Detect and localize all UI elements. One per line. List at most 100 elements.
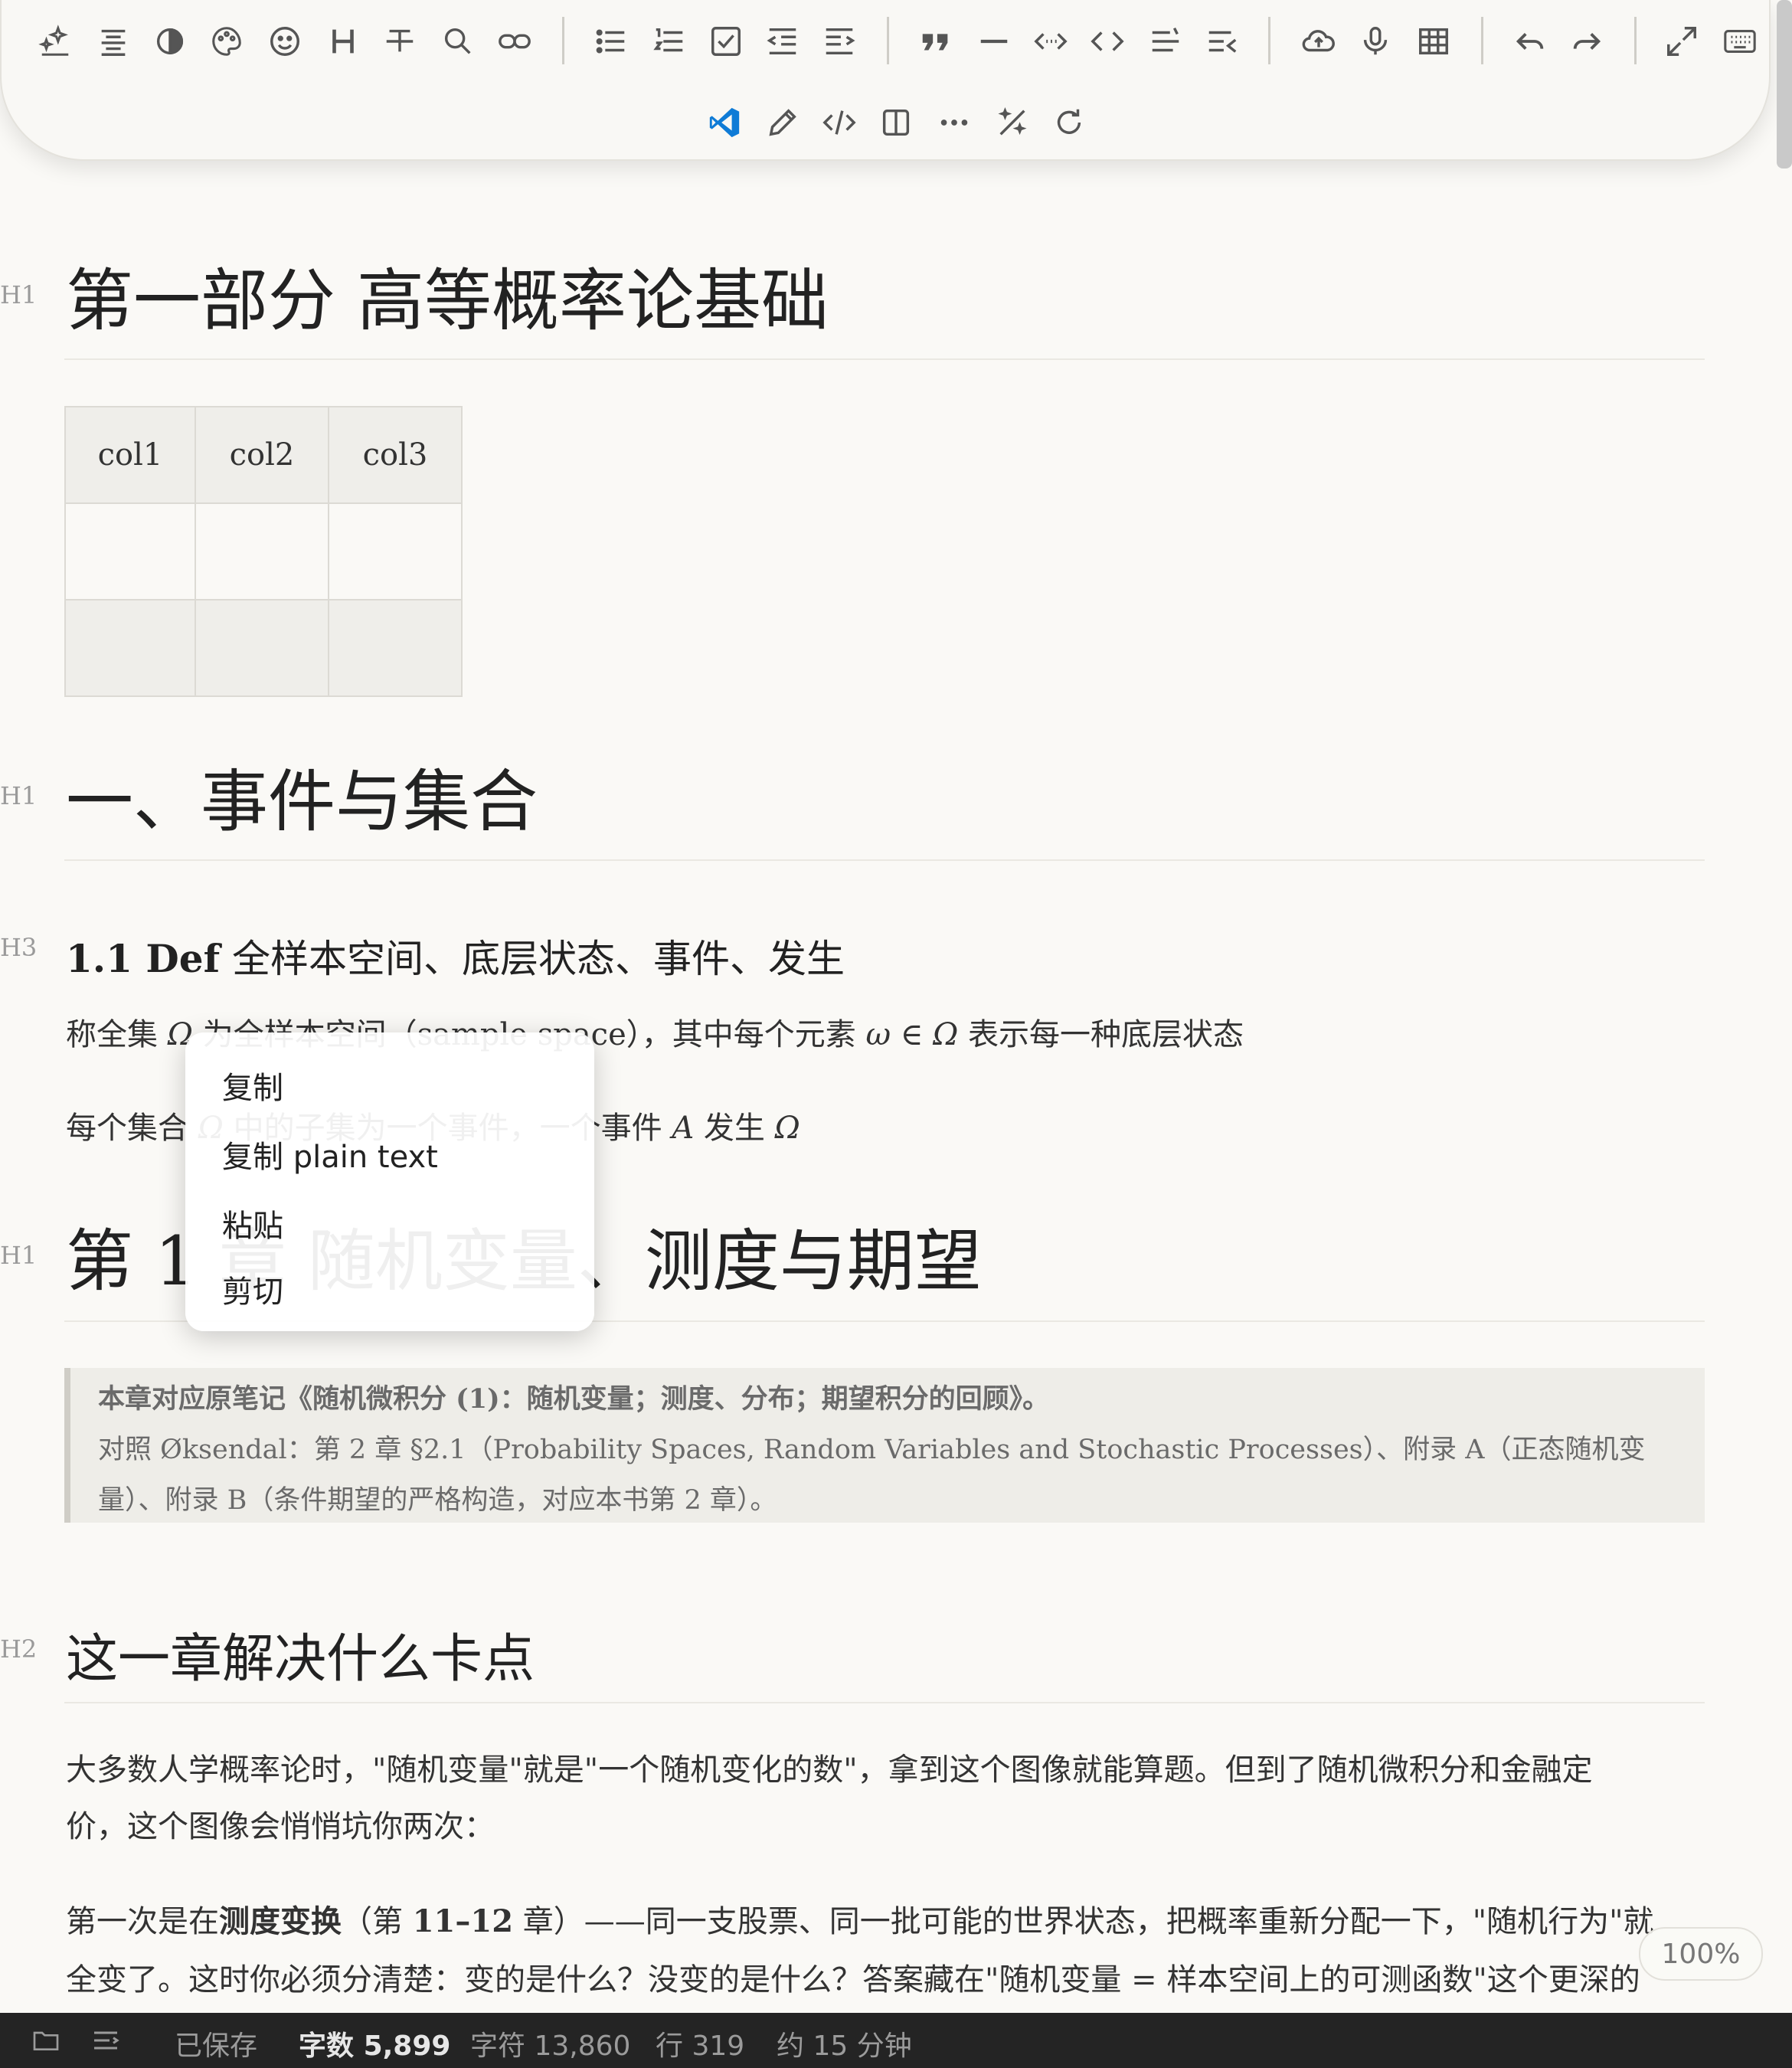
strikethrough-icon[interactable] [377, 18, 423, 64]
outdent-icon[interactable] [760, 18, 806, 64]
paragraph-intro-line[interactable]: 大多数人学概率论时，"随机变量"就是"一个随机变化的数"，拿到这个图像就能算题。… [66, 1745, 1593, 1789]
data-table[interactable]: col1 col2 col3 [64, 406, 463, 697]
bullet-list-icon[interactable] [588, 18, 634, 64]
save-status: 已保存 [175, 2030, 258, 2062]
undo-icon[interactable] [1507, 18, 1553, 64]
text-run: 每个集合 [66, 1111, 198, 1146]
heading-divider [64, 358, 1705, 360]
upload-icon[interactable] [1296, 18, 1342, 64]
reading-time[interactable]: 约 15 分钟 [777, 2024, 912, 2063]
folder-icon[interactable] [31, 2025, 61, 2063]
vscode-icon[interactable] [701, 100, 747, 146]
word-count-label: 字数 [299, 2030, 355, 2062]
text-run: 发生 [694, 1111, 775, 1146]
line-count[interactable]: 行 319 [656, 2024, 744, 2063]
toolbar-separator [1634, 17, 1637, 64]
toolbar-separator [1268, 17, 1270, 64]
table-cell[interactable] [328, 599, 463, 697]
menu-item-paste[interactable]: 粘贴 [222, 1201, 283, 1245]
align-right-icon[interactable] [1199, 18, 1245, 64]
menu-item-copy-plain-text[interactable]: 复制 plain text [222, 1132, 438, 1176]
zoom-indicator[interactable]: 100% [1639, 1927, 1763, 1981]
status-bar: 已保存 字数 5,899 字符 13,860 行 319 约 15 分钟 [0, 2013, 1792, 2068]
table-row [64, 502, 463, 600]
toolbar-separator [887, 17, 889, 64]
blockquote[interactable]: 本章对应原笔记《随机微积分 (1)：随机变量；测度、分布；期望积分的回顾》。 对… [64, 1368, 1705, 1523]
menu-item-copy[interactable]: 复制 [222, 1063, 283, 1108]
palette-icon[interactable] [204, 18, 250, 64]
code-block-icon[interactable] [1084, 18, 1130, 64]
text-run: 第一次是在 [66, 1904, 219, 1939]
char-count[interactable]: 字符 13,860 [470, 2024, 630, 2063]
quote-line: 量）、附录 B（条件期望的严格构造，对应本书第 2 章）。 [98, 1485, 777, 1516]
heading-icon[interactable] [320, 18, 366, 64]
quote-icon[interactable] [913, 18, 959, 64]
heading-level-label: H1 [0, 1241, 38, 1270]
word-count[interactable]: 字数 5,899 [299, 2024, 450, 2063]
refresh-icon[interactable] [1046, 100, 1092, 146]
table-cell[interactable] [328, 502, 463, 600]
emoji-icon[interactable] [262, 18, 308, 64]
math-symbol: Ω [774, 1111, 800, 1146]
indent-icon[interactable] [816, 18, 862, 64]
table-header-row: col1 col2 col3 [64, 406, 463, 504]
table-cell[interactable] [195, 502, 329, 600]
pencil-icon[interactable] [760, 100, 806, 146]
more-icon[interactable] [931, 100, 977, 146]
heading-level-label: H3 [0, 933, 38, 962]
source-code-icon[interactable] [816, 100, 862, 146]
menu-item-cut[interactable]: 剪切 [222, 1267, 283, 1311]
outline-icon[interactable] [90, 2025, 121, 2063]
toolbar-separator [1481, 17, 1483, 64]
quote-line: 对照 Øksendal：第 2 章 §2.1（Probability Space… [98, 1435, 1646, 1465]
table-cell[interactable] [195, 599, 329, 697]
paragraph-measure-change-line[interactable]: 全变了。这时你必须分清楚：变的是什么？没变的是什么？答案藏在"随机变量 = 样本… [66, 1955, 1640, 1999]
paragraph-measure-change[interactable]: 第一次是在测度变换（第 11–12 章）——同一支股票、同一批可能的世界状态，把… [66, 1896, 1654, 1941]
align-icon[interactable] [90, 18, 136, 64]
magic-icon[interactable] [989, 100, 1035, 146]
sparkle-icon[interactable] [32, 18, 78, 64]
table-header-cell[interactable]: col3 [328, 406, 463, 504]
text-run: （第 [342, 1904, 413, 1939]
search-icon[interactable] [435, 18, 481, 64]
heading-events-sets[interactable]: 一、事件与集合 [66, 748, 538, 845]
redo-icon[interactable] [1564, 18, 1610, 64]
heading-part-one[interactable]: 第一部分 高等概率论基础 [66, 247, 829, 344]
editor-toolbar [0, 0, 1771, 161]
keyboard-icon[interactable] [1717, 18, 1763, 64]
scrollbar[interactable] [1777, 0, 1792, 169]
horizontal-rule-icon[interactable] [971, 18, 1017, 64]
align-left-icon[interactable] [1143, 18, 1189, 64]
inline-code-icon[interactable] [1028, 18, 1074, 64]
table-header-cell[interactable]: col1 [64, 406, 196, 504]
definition-title: 全样本空间、底层状态、事件、发生 [220, 937, 845, 981]
text-run: 章）——同一支股票、同一批可能的世界状态，把概率重新分配一下，"随机行为"就 [513, 1904, 1654, 1939]
table-cell[interactable] [64, 599, 196, 697]
contrast-icon[interactable] [147, 18, 193, 64]
heading-stuck-points[interactable]: 这一章解决什么卡点 [66, 1616, 535, 1692]
fullscreen-icon[interactable] [1659, 18, 1705, 64]
quote-line: 本章对应原笔记《随机微积分 (1)：随机变量；测度、分布；期望积分的回顾》。 [98, 1383, 1050, 1415]
table-cell[interactable] [64, 502, 196, 600]
toolbar-separator [562, 17, 564, 64]
word-count-value: 5,899 [363, 2030, 451, 2062]
heading-level-label: H2 [0, 1634, 38, 1664]
table-header-cell[interactable]: col2 [195, 406, 329, 504]
heading-definition[interactable]: 1.1 Def 全样本空间、底层状态、事件、发生 [66, 928, 845, 983]
table-row [64, 599, 463, 697]
link-icon[interactable] [492, 18, 538, 64]
paragraph-intro-line[interactable]: 价，这个图像会悄悄坑你两次： [66, 1801, 495, 1846]
numbered-list-icon[interactable] [646, 18, 692, 64]
heading-level-label: H1 [0, 781, 38, 810]
microphone-icon[interactable] [1352, 18, 1398, 64]
heading-divider [64, 859, 1705, 861]
definition-number: 1.1 Def [66, 936, 221, 981]
split-view-icon[interactable] [873, 100, 919, 146]
text-run: ∈ [891, 1017, 934, 1052]
math-symbol: ω [865, 1017, 891, 1052]
table-icon[interactable] [1411, 18, 1457, 64]
bold-text: 11–12 [412, 1903, 514, 1939]
context-menu: 复制 复制 plain text 粘贴 剪切 [185, 1032, 594, 1331]
math-symbol: A [672, 1111, 695, 1146]
checkbox-list-icon[interactable] [703, 18, 749, 64]
